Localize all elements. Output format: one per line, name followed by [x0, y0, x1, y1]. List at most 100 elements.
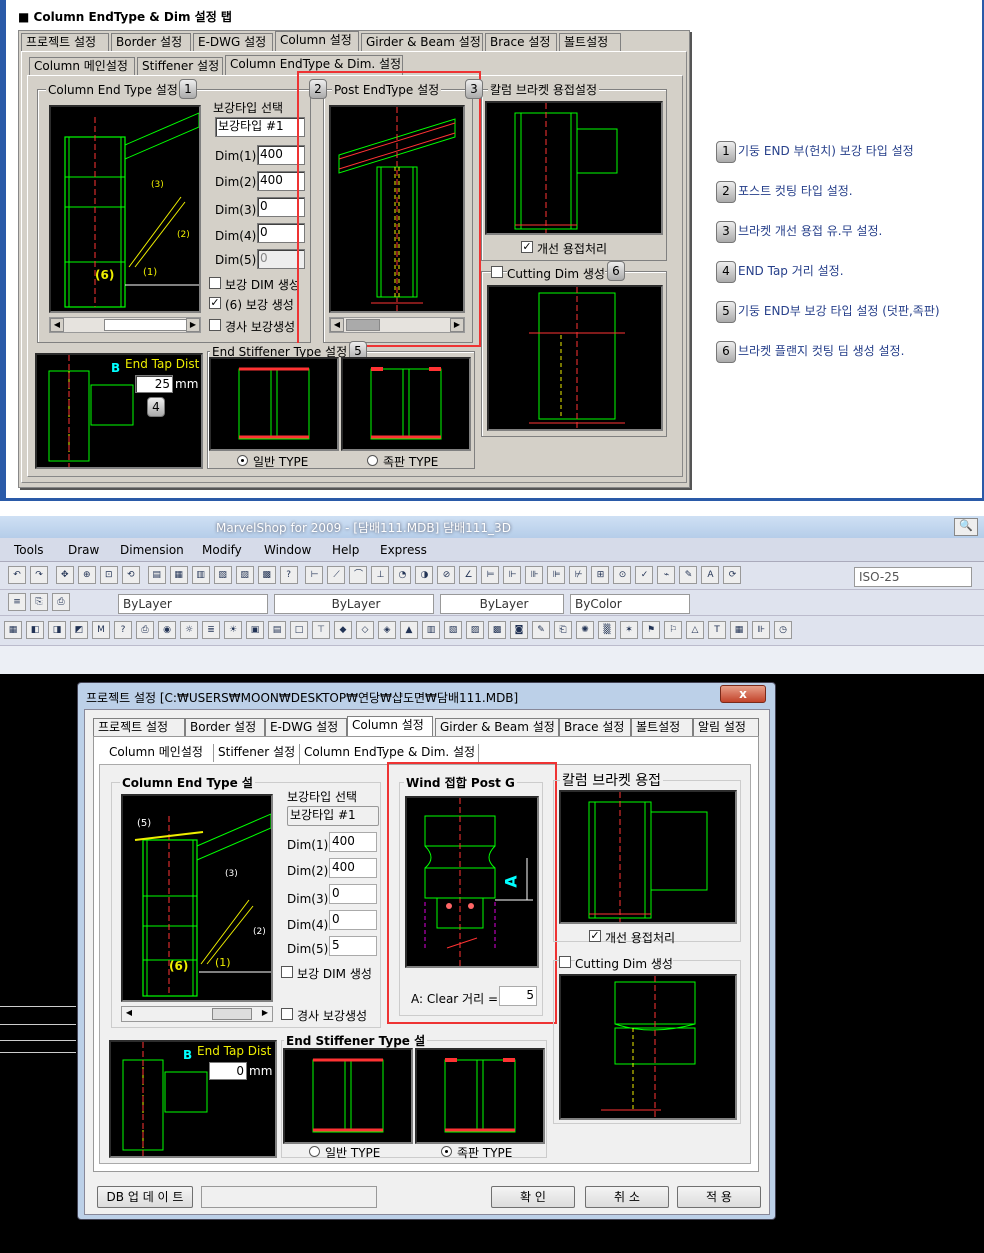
scroll-left-icon[interactable]: ◀ [122, 1007, 136, 1021]
subtab-stiffener[interactable]: Stiffener 설정 [137, 57, 223, 75]
radio-side[interactable] [441, 1146, 452, 1157]
stack-icon[interactable]: ▩ [488, 621, 506, 639]
end-tap-input[interactable]: 0 [209, 1062, 247, 1080]
layer-prev-icon[interactable]: ⎘ [30, 593, 48, 611]
scroll-thumb[interactable] [104, 319, 188, 331]
block2-icon[interactable]: ▤ [268, 621, 286, 639]
center-mark-icon[interactable]: ⊙ [613, 566, 632, 584]
zoom-window-icon[interactable]: ⊡ [99, 566, 118, 584]
chk-weld-box[interactable]: ✓ [521, 241, 533, 253]
layers2-icon[interactable]: ≣ [202, 621, 220, 639]
menu-draw[interactable]: Draw [68, 543, 99, 557]
dialog-close-button[interactable]: x [720, 685, 766, 703]
grid-icon[interactable]: ▦ [4, 621, 22, 639]
space-icon[interactable]: ⊫ [547, 566, 566, 584]
tool-c-icon[interactable]: ◩ [70, 621, 88, 639]
dim-style-select[interactable]: ISO-25 [854, 567, 972, 587]
help-icon[interactable]: ? [279, 566, 298, 584]
table-icon[interactable]: ▦ [730, 621, 748, 639]
flag-icon[interactable]: ⚑ [642, 621, 660, 639]
tab-brace[interactable]: Brace 설정 [559, 718, 631, 736]
column-end-scrollbar[interactable]: ◀ ▶ [121, 1006, 273, 1022]
dim-text-edit-icon[interactable]: A [701, 566, 720, 584]
scroll-thumb[interactable] [212, 1008, 252, 1020]
tab-brace[interactable]: Brace 설정 [485, 33, 557, 51]
dim2-input[interactable]: 400 [329, 858, 377, 878]
dim-angular-icon[interactable]: ∠ [459, 566, 478, 584]
drop3-icon[interactable]: ◈ [378, 621, 396, 639]
cancel-button[interactable]: 취 소 [585, 1186, 669, 1208]
tab-girder[interactable]: Girder & Beam 설정 [435, 718, 559, 736]
tab-border[interactable]: Border 설정 [111, 33, 191, 51]
tab-bolt[interactable]: 볼트설정 [559, 33, 621, 51]
panel3-icon[interactable]: ▨ [466, 621, 484, 639]
hatch-icon[interactable]: ▒ [598, 621, 616, 639]
redo-icon[interactable]: ↷ [30, 566, 48, 584]
chk-slope-box[interactable] [281, 1008, 293, 1020]
dim-radius-icon[interactable]: ◔ [393, 566, 412, 584]
zoom-icon[interactable]: ⊕ [77, 566, 96, 584]
subtab-stiffener[interactable]: Stiffener 설정 [213, 744, 299, 762]
dim-linear-icon[interactable]: ⊢ [305, 566, 324, 584]
undo-icon[interactable]: ↶ [8, 566, 26, 584]
scroll-right-icon[interactable]: ▶ [186, 318, 200, 332]
tab-column[interactable]: Column 설정 [275, 31, 359, 51]
linetype-select[interactable]: ByLayer [274, 594, 434, 614]
sheet-icon[interactable]: ▧ [213, 566, 232, 584]
bulb2-icon[interactable]: ☀ [224, 621, 242, 639]
tab-column[interactable]: Column 설정 [347, 716, 433, 736]
tool-a-icon[interactable]: ◧ [26, 621, 44, 639]
layer-icon[interactable]: ≡ [8, 593, 26, 611]
calc-icon[interactable]: ▩ [257, 566, 276, 584]
tab-edwg[interactable]: E-DWG 설정 [193, 33, 273, 51]
drop2-icon[interactable]: ◇ [356, 621, 374, 639]
subtab-endtype[interactable]: Column EndType & Dim. 설정 [299, 744, 479, 764]
drop-icon[interactable]: ◆ [334, 621, 352, 639]
chk-6-box[interactable]: ✓ [209, 297, 221, 309]
dim-aligned-icon[interactable]: ⟋ [327, 566, 346, 584]
dim5-input[interactable]: 5 [329, 936, 377, 956]
dim-update-icon[interactable]: ⟳ [723, 566, 742, 584]
chk-weld-box[interactable]: ✓ [589, 930, 601, 942]
apply-button[interactable]: 적 용 [677, 1186, 761, 1208]
column-end-scrollbar[interactable]: ◀ ▶ [49, 317, 201, 333]
menu-help[interactable]: Help [332, 543, 359, 557]
subtab-column-main[interactable]: Column 메인설정 [29, 57, 135, 75]
dim1-input[interactable]: 400 [329, 832, 377, 852]
chk-cutting-box[interactable] [491, 266, 503, 278]
dim-edit-icon[interactable]: ✎ [679, 566, 698, 584]
block-icon[interactable]: ▣ [246, 621, 264, 639]
chk-slope-box[interactable] [209, 319, 221, 331]
inspect-icon[interactable]: ✓ [635, 566, 654, 584]
dim3-input[interactable]: 0 [329, 884, 377, 904]
color-select[interactable]: ByLayer [118, 594, 268, 614]
qdim-icon[interactable]: ⊨ [481, 566, 500, 584]
gear-icon[interactable]: ✺ [576, 621, 594, 639]
window-icon[interactable]: □ [290, 621, 308, 639]
markup-icon[interactable]: ▨ [235, 566, 254, 584]
end-tap-input[interactable]: 25 [135, 375, 173, 393]
tab-project[interactable]: 프로젝트 설정 [21, 33, 109, 51]
layer-state-icon[interactable]: ⎙ [52, 593, 70, 611]
dim-arc-icon[interactable]: ⌒ [349, 566, 368, 584]
dim-jog-icon[interactable]: ◑ [415, 566, 434, 584]
tab-alarm[interactable]: 알림 설정 [693, 718, 759, 736]
tool-palette-icon[interactable]: ▥ [191, 566, 210, 584]
tab-bolt[interactable]: 볼트설정 [631, 718, 693, 736]
radio-normal[interactable] [309, 1146, 320, 1157]
scroll-left-icon[interactable]: ◀ [50, 318, 64, 332]
menu-express[interactable]: Express [380, 543, 427, 557]
continue-icon[interactable]: ⊪ [525, 566, 544, 584]
tree-icon[interactable]: ⊤ [312, 621, 330, 639]
chart-icon[interactable]: ▲ [400, 621, 418, 639]
tab-edwg[interactable]: E-DWG 설정 [265, 718, 347, 736]
tab-girder[interactable]: Girder & Beam 설정 [361, 33, 483, 51]
text-icon[interactable]: T [708, 621, 726, 639]
cad-search-icon[interactable]: 🔍 [954, 518, 978, 536]
save-icon[interactable]: ◙ [510, 621, 528, 639]
dim4-input[interactable]: 0 [329, 910, 377, 930]
help2-icon[interactable]: ? [114, 621, 132, 639]
radio-side[interactable] [367, 455, 378, 466]
break-icon[interactable]: ⊬ [569, 566, 588, 584]
panel-icon[interactable]: ▥ [422, 621, 440, 639]
